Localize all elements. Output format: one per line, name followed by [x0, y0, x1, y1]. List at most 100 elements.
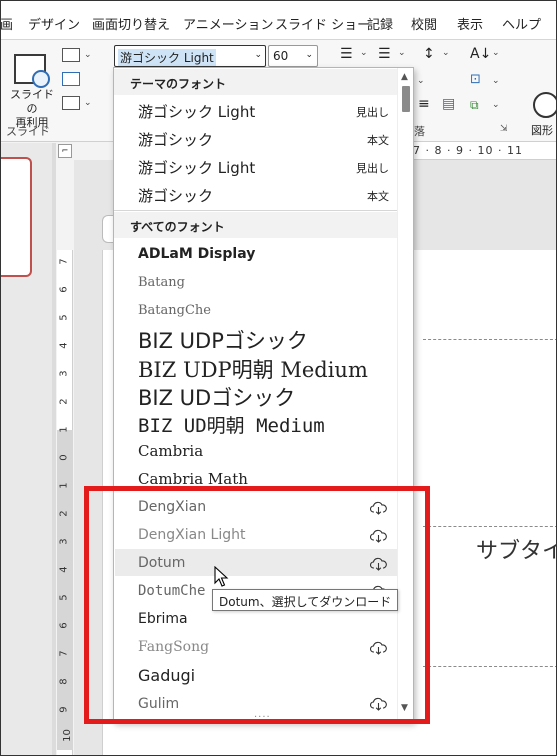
font-name-value[interactable]: 游ゴシック Light [118, 49, 216, 66]
ruler-number: 0 [58, 454, 70, 461]
shapes-label: 図形 [531, 124, 553, 137]
placeholder-border [423, 526, 557, 527]
font-item-label: BatangChe [138, 303, 211, 318]
ruler-number: 2 [58, 398, 70, 405]
paragraph-group-label: 落 [414, 125, 425, 138]
vertical-ruler-margin [57, 430, 73, 750]
ribbon-tabs: 画 デザイン 画面切り替え アニメーション スライド ショー 記録 校閲 表示 … [0, 0, 557, 40]
font-item-label: 游ゴシック Light [138, 103, 256, 121]
tab-help[interactable]: ヘルプ [502, 14, 541, 33]
font-item[interactable]: BIZ UDP明朝 Medium [114, 354, 397, 384]
line-spacing-icon[interactable]: ↕ [423, 46, 435, 62]
reuse-slides-button[interactable]: スライドの 再利用 [6, 48, 54, 129]
ruler-number: 2 [58, 510, 70, 517]
chevron-down-icon[interactable]: ⌄ [492, 76, 500, 86]
tab-transitions[interactable]: 画面切り替え [92, 14, 170, 33]
font-item[interactable]: Batang [114, 275, 397, 290]
placeholder-border [423, 339, 557, 340]
theme-font-item[interactable]: 游ゴシック 本文 [114, 185, 397, 206]
ruler-number: 6 [58, 622, 70, 629]
reset-icon[interactable] [62, 72, 80, 86]
ruler-number: 7 [58, 650, 70, 657]
layout-icon[interactable] [62, 48, 80, 62]
theme-font-item[interactable]: 游ゴシック 本文 [114, 129, 397, 150]
columns-icon[interactable]: ▤ [442, 96, 455, 112]
font-item-label: BIZ UDP明朝 Medium [138, 358, 368, 382]
slide-thumbnail-pane [0, 143, 52, 756]
slide-thumbnail[interactable] [0, 157, 32, 277]
numbering-icon[interactable]: ☰ [378, 46, 391, 62]
font-item[interactable]: BIZ UDゴシック [114, 382, 397, 412]
chevron-down-icon[interactable]: ⌄ [492, 100, 500, 110]
reuse-slides-icon [14, 54, 50, 88]
ruler-number: 10 [61, 729, 73, 742]
font-item-tag: 見出し [356, 106, 389, 119]
section-icon[interactable] [62, 96, 80, 110]
vertical-ruler: 7 6 5 4 3 2 1 0 1 2 3 4 5 6 7 8 9 10 [57, 250, 73, 756]
tab-design[interactable]: デザイン [28, 14, 80, 33]
ruler-number: 6 [58, 286, 70, 293]
ruler-number: 7 [58, 258, 70, 265]
scroll-up-icon[interactable]: ▲ [401, 72, 408, 82]
chevron-down-icon[interactable]: ⌄ [398, 48, 406, 58]
tab-draw[interactable]: 画 [0, 14, 13, 33]
theme-font-item[interactable]: 游ゴシック Light 見出し [114, 101, 397, 122]
font-size-combobox[interactable]: 60 ⌄ [268, 45, 318, 67]
ruler-tab-selector[interactable]: ⌐ [58, 144, 72, 158]
chevron-down-icon[interactable]: ⌄ [442, 48, 450, 58]
tab-animations[interactable]: アニメーション [183, 14, 273, 33]
pane-divider[interactable] [52, 143, 56, 756]
ruler-number: 8 [58, 678, 70, 685]
ruler-number: 4 [58, 342, 70, 349]
chevron-down-icon[interactable]: ⌄ [84, 98, 92, 108]
font-item[interactable]: BIZ UD明朝 Medium [114, 411, 397, 438]
font-item-tag: 本文 [367, 134, 389, 147]
ruler-number: 1 [58, 482, 70, 489]
font-item[interactable]: Cambria [114, 442, 397, 460]
font-item[interactable]: BIZ UDPゴシック [114, 325, 397, 355]
ruler-number: 1 [58, 426, 70, 433]
tab-view[interactable]: 表示 [457, 14, 483, 33]
all-fonts-header: すべてのフォント [114, 212, 397, 238]
ruler-number: 3 [58, 370, 70, 377]
chevron-down-icon[interactable]: ⌄ [305, 50, 313, 60]
chevron-down-icon[interactable]: ⌄ [417, 76, 425, 86]
chevron-down-icon[interactable]: ⌄ [492, 48, 500, 58]
ruler-number: 3 [58, 538, 70, 545]
font-item[interactable]: BatangChe [114, 303, 397, 318]
chevron-down-icon[interactable]: ⌄ [84, 50, 92, 60]
slide-group-label: スライド [6, 125, 50, 138]
ruler-number: 4 [58, 566, 70, 573]
dialog-launcher-icon[interactable]: ⇲ [500, 124, 508, 134]
font-item[interactable]: ADLaM Display [114, 246, 397, 262]
justify-icon[interactable]: ≡ [418, 96, 430, 112]
font-item-label: BIZ UD明朝 Medium [138, 415, 325, 437]
highlight-annotation [84, 486, 430, 724]
font-item-label: 游ゴシック Light [138, 159, 256, 177]
tab-review[interactable]: 校閲 [411, 14, 437, 33]
tab-slideshow[interactable]: スライド ショー [275, 14, 370, 33]
ruler-number: 5 [58, 594, 70, 601]
font-item-label: 游ゴシック [138, 131, 214, 149]
align-text-icon[interactable]: ⊡ [470, 72, 481, 87]
font-item-tag: 見出し [356, 162, 389, 175]
text-direction-icon[interactable]: A↓ [470, 46, 491, 62]
bullets-icon[interactable]: ☰ [340, 46, 353, 62]
subtitle-placeholder[interactable]: サブタイ [476, 533, 557, 565]
font-item-label: Cambria [138, 442, 204, 460]
font-item-label: BIZ UDPゴシック [138, 329, 308, 353]
font-name-combobox[interactable]: 游ゴシック Light ⌄ [114, 45, 266, 67]
chevron-down-icon[interactable]: ⌄ [254, 50, 262, 60]
horizontal-ruler-text: · 7 · 8 · 9 · 10 · 11 [404, 144, 523, 157]
shape-circle-icon [533, 92, 557, 118]
tab-record[interactable]: 記録 [367, 14, 393, 33]
chevron-down-icon[interactable]: ⌄ [360, 48, 368, 58]
theme-font-item[interactable]: 游ゴシック Light 見出し [114, 157, 397, 178]
font-size-value[interactable]: 60 [273, 49, 288, 63]
font-item-label: Batang [138, 275, 185, 290]
smartart-icon[interactable]: ⧉ [470, 98, 479, 113]
font-item-label: BIZ UDゴシック [138, 386, 296, 410]
font-item-tag: 本文 [367, 190, 389, 203]
font-item-label: 游ゴシック [138, 187, 214, 205]
scrollbar-thumb[interactable] [402, 86, 410, 112]
